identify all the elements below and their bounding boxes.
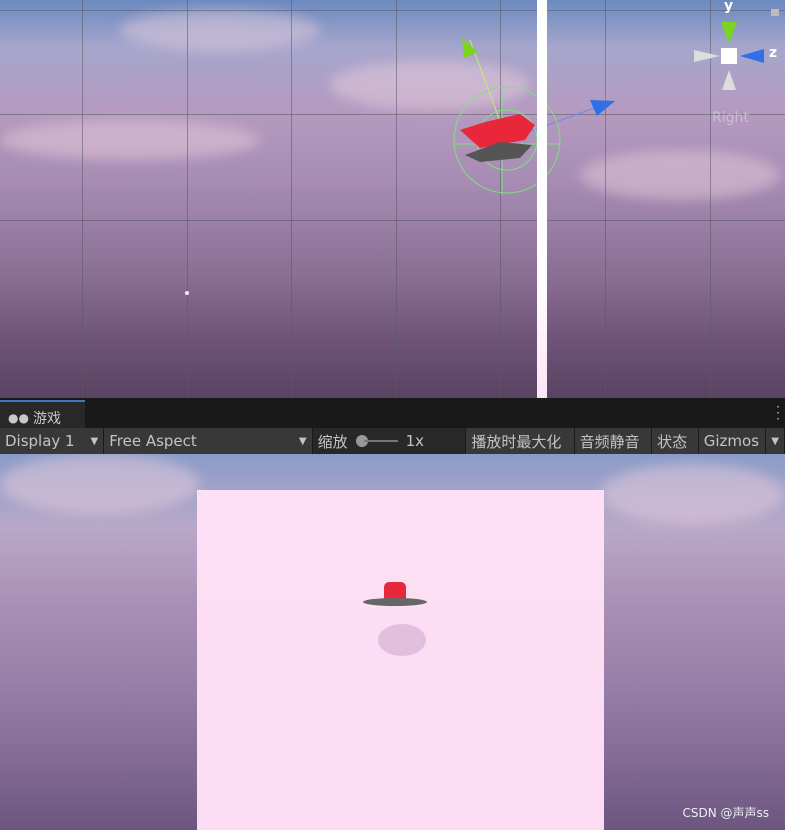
z-axis-handle <box>590 100 615 116</box>
pink-panel <box>197 490 604 830</box>
z-cone-icon <box>740 49 764 63</box>
stats-toggle[interactable]: 状态 <box>652 428 699 454</box>
scene-divider <box>537 0 547 398</box>
tab-game-label: 游戏 <box>32 410 61 427</box>
y-axis-label: y <box>724 0 734 14</box>
aspect-value: Free Aspect <box>109 432 197 450</box>
transform-gizmo[interactable] <box>440 30 620 210</box>
tab-bar: ●● 游戏 · · · <box>0 398 785 428</box>
gamepad-icon: ●● <box>8 410 29 425</box>
watermark: CSDN @声声ss <box>682 806 769 820</box>
scale-value: 1x <box>405 432 425 450</box>
mute-audio-toggle[interactable]: 音频静音 <box>574 428 653 454</box>
scale-control: 缩放 1x <box>312 428 467 454</box>
scale-label: 缩放 <box>317 432 348 451</box>
game-toolbar: Display 1 ▼ Free Aspect ▼ 缩放 1x 播放时最大化 音频静… <box>0 428 785 454</box>
tab-game[interactable]: ●● 游戏 <box>0 400 85 428</box>
light-point <box>185 291 189 295</box>
airplane-sprite <box>363 582 427 656</box>
gizmos-toggle[interactable]: Gizmos <box>698 428 767 454</box>
scene-view[interactable]: y z Right <box>0 0 785 398</box>
lock-icon <box>771 9 779 16</box>
chevron-down-icon: ▼ <box>90 435 99 447</box>
display-dropdown[interactable]: Display 1 ▼ <box>0 428 105 454</box>
maximize-on-play-toggle[interactable]: 播放时最大化 <box>466 428 575 454</box>
scale-slider[interactable] <box>355 435 398 447</box>
view-label[interactable]: Right <box>712 110 749 126</box>
chevron-down-icon: ▼ <box>298 435 307 447</box>
game-view[interactable]: CSDN @声声ss <box>0 454 785 830</box>
y-cone-icon <box>721 22 737 44</box>
z-axis-label: z <box>769 45 778 61</box>
more-options-icon[interactable]: · · · <box>776 401 780 425</box>
airplane-model <box>460 114 535 148</box>
display-value: Display 1 <box>5 432 75 450</box>
gizmos-dropdown[interactable]: ▼ <box>766 428 785 454</box>
orientation-gizmo[interactable]: y z Right <box>692 0 785 130</box>
aspect-dropdown[interactable]: Free Aspect ▼ <box>104 428 313 454</box>
